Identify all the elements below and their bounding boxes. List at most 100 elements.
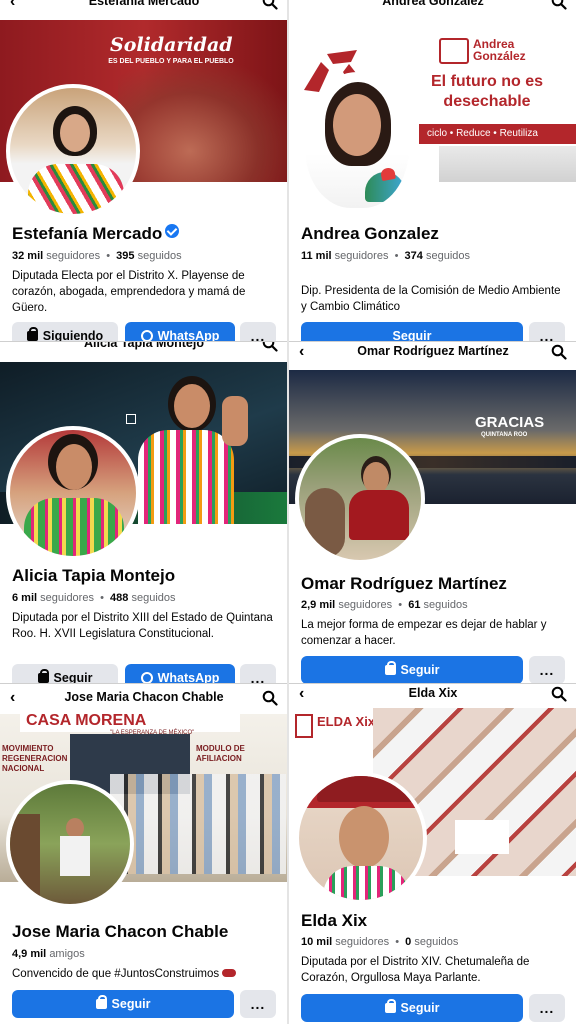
cover-person-face [174,384,210,428]
followers-label: seguidores [335,936,390,948]
avatar-face [60,114,90,152]
lock-icon [26,327,38,341]
following-button[interactable]: Siguiendo [12,322,118,341]
follow-button[interactable]: Seguir [12,664,118,683]
avatar[interactable] [295,434,425,564]
cover-tagline: ciclo • Reduce • Reutiliza [427,128,538,139]
follow-button-label: Seguir [53,671,93,683]
avatar-person-left [305,488,345,558]
profile-name[interactable]: Jose Maria Chacon Chable [12,922,228,942]
search-icon[interactable] [551,0,567,10]
profile-bio: Diputada Electa por el Distrito X. Playe… [12,270,246,314]
more-button[interactable]: ... [240,990,276,1018]
profile-name[interactable]: Omar Rodríguez Martínez [301,574,507,594]
back-arrow-icon[interactable]: ‹ [10,689,15,707]
top-bar: ‹ Omar Rodríguez Martínez [289,342,576,362]
follow-button-label: Seguir [392,329,432,341]
back-arrow-icon[interactable]: ‹ [10,0,15,11]
cover-right-sign: MODULO DE AFILIACION [196,744,245,763]
top-bar: Andrea González [289,0,576,12]
heart-icon [380,166,396,182]
more-icon: ... [250,996,266,1012]
avatar[interactable]: morena [295,772,427,904]
profile-name[interactable]: Andrea Gonzalez [301,224,439,244]
following-label: seguidos [137,250,182,262]
followers-count: 11 mil [301,250,332,262]
profile-stats[interactable]: 32 mil seguidores • 395 seguidos [12,250,182,262]
followers-label: seguidores [40,592,94,604]
followers-label: seguidores [338,599,393,611]
profile-bio: Diputada por el Distrito XIV. Chetumaleñ… [301,956,530,984]
top-bar: ‹ Elda Xix [289,684,576,704]
follow-button[interactable]: Seguir [12,990,234,1018]
profile-name-text: Estefanía Mercado [12,224,163,243]
profile-bio-text: Convencido de que #JuntosConstruimos [12,968,220,980]
avatar[interactable] [6,426,140,560]
lock-icon [37,669,49,683]
more-icon: ... [250,670,266,683]
more-button[interactable]: ... [529,994,565,1022]
profile-stats[interactable]: 6 mil seguidores • 488 seguidos [12,592,176,604]
follow-button[interactable]: Seguir [301,656,523,683]
following-label: seguidos [423,599,468,611]
follow-button[interactable]: Seguir [301,994,523,1022]
more-button[interactable]: ... [529,656,565,683]
profile-card-estefania: ‹ Estefanía Mercado Solidaridad ES DEL P… [0,0,288,341]
followers-count: 6 mil [12,592,38,604]
group-of-people [110,774,286,874]
header-title: Andrea González [382,0,484,8]
following-count: 488 [110,592,129,604]
profile-card-andrea: Andrea González Andrea González El futur… [289,0,576,341]
back-arrow-icon[interactable]: ‹ [299,343,304,361]
following-label: seguidos [425,250,471,262]
profile-name[interactable]: Estefanía Mercado [12,224,180,244]
column-divider [287,0,289,1024]
follow-button-label: Seguir [111,997,151,1011]
profile-stats[interactable]: 10 mil seguidores • 0 seguidos [301,936,458,948]
header-title: Jose Maria Chacon Chable [64,690,224,704]
cover-subtitle: ES DEL PUEBLO Y PARA EL PUEBLO [108,58,234,65]
search-icon[interactable] [262,342,278,352]
search-icon[interactable] [262,690,278,706]
more-icon: ... [539,328,555,341]
avatar[interactable] [6,84,140,218]
followers-count: 10 mil [301,936,333,948]
profile-stats[interactable]: 11 mil seguidores • 374 seguidos [301,250,470,262]
whatsapp-button[interactable]: WhatsApp [125,664,235,683]
follow-button-label: Seguir [400,1001,440,1015]
avatar[interactable] [305,72,409,208]
more-icon: ... [250,328,266,341]
avatar[interactable] [6,780,134,908]
cover-subtitle: QUINTANA ROO [481,432,528,438]
profile-bio: La mejor forma de empezar es dejar de ha… [301,619,547,647]
profile-stats[interactable]: 2,9 mil seguidores • 61 seguidos [301,599,468,611]
following-label: seguidos [131,592,176,604]
avatar-face [56,444,92,490]
gallery-icon [126,414,136,424]
whatsapp-button-label: WhatsApp [157,329,220,341]
followers-count: 32 mil [12,250,44,262]
top-bar: Alicia Tapia Montejo [0,342,288,354]
more-button[interactable]: ... [529,322,565,341]
avatar-blouse [24,498,124,556]
more-button[interactable]: ... [240,664,276,683]
profile-name[interactable]: Alicia Tapia Montejo [12,566,175,586]
top-bar: ‹ Jose Maria Chacon Chable [0,688,288,708]
profile-card-alicia: Alicia Tapia Montejo Alicia Tapia Montej… [0,342,288,683]
profile-stats[interactable]: 4,9 mil amigos [12,948,85,960]
cover-title: GRACIAS [475,414,545,431]
lock-icon [384,661,396,675]
back-arrow-icon[interactable]: ‹ [299,685,304,703]
cover-title: El futuro no es desechable [431,73,543,110]
followers-count: 2,9 mil [301,599,336,611]
more-button[interactable]: ... [240,322,276,341]
following-count: 395 [116,250,135,262]
whatsapp-button[interactable]: WhatsApp [125,322,235,341]
profile-name[interactable]: Elda Xix [301,911,367,931]
follow-button[interactable]: Seguir [301,322,523,341]
search-icon[interactable] [262,0,278,10]
search-icon[interactable] [551,344,567,360]
search-icon[interactable] [551,686,567,702]
avatar-shirt [60,836,90,876]
profile-grid: ‹ Estefanía Mercado Solidaridad ES DEL P… [0,0,576,1024]
